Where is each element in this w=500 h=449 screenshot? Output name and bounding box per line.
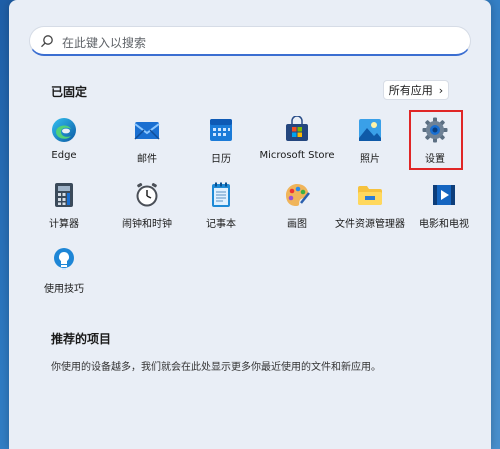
folder-icon xyxy=(358,186,382,205)
all-apps-label: 所有应用 xyxy=(388,84,433,97)
store-icon xyxy=(286,116,308,141)
paint-icon xyxy=(286,184,310,206)
app-label: 文件资源管理器 xyxy=(335,219,405,230)
app-label: Microsoft Store xyxy=(259,150,335,161)
app-label: 计算器 xyxy=(49,219,79,230)
search-placeholder: 在此键入以搜索 xyxy=(62,36,147,50)
edge-icon xyxy=(52,118,76,142)
all-apps-button[interactable]: 所有应用 › xyxy=(383,80,449,100)
search-box[interactable]: 在此键入以搜索 xyxy=(29,26,471,56)
app-label: 邮件 xyxy=(137,154,157,165)
app-label: 日历 xyxy=(211,154,231,165)
movies-tv-icon xyxy=(433,185,455,205)
photos-icon xyxy=(359,119,381,141)
app-label: 记事本 xyxy=(206,219,236,230)
mail-icon xyxy=(134,122,160,140)
app-alarms-clock[interactable]: 闹钟和时钟 xyxy=(107,181,187,241)
app-edge[interactable]: Edge xyxy=(24,116,104,176)
app-label: 闹钟和时钟 xyxy=(122,219,172,230)
calendar-icon xyxy=(210,119,232,141)
chevron-right-icon: › xyxy=(438,83,444,97)
app-movies-tv[interactable]: 电影和电视 xyxy=(404,181,484,241)
pinned-title: 已固定 xyxy=(51,85,88,99)
calculator-icon xyxy=(55,183,73,207)
app-label: 使用技巧 xyxy=(44,284,84,295)
start-menu: 在此键入以搜索 已固定 所有应用 › Edge 邮件 日历 Microsoft … xyxy=(9,0,491,449)
notepad-icon xyxy=(212,182,230,207)
app-file-explorer[interactable]: 文件资源管理器 xyxy=(330,181,410,241)
app-notepad[interactable]: 记事本 xyxy=(181,181,261,241)
app-tips[interactable]: 使用技巧 xyxy=(24,246,104,306)
app-mail[interactable]: 邮件 xyxy=(107,116,187,176)
app-calculator[interactable]: 计算器 xyxy=(24,181,104,241)
recommended-title: 推荐的项目 xyxy=(51,332,112,346)
app-calendar[interactable]: 日历 xyxy=(181,116,261,176)
app-microsoft-store[interactable]: Microsoft Store xyxy=(257,116,337,176)
settings-highlight-box xyxy=(409,110,463,170)
search-icon xyxy=(41,35,53,48)
app-label: 画图 xyxy=(287,219,307,230)
tips-bulb-icon xyxy=(54,248,74,270)
alarm-clock-icon xyxy=(136,183,158,207)
app-paint[interactable]: 画图 xyxy=(257,181,337,241)
recommended-description: 你使用的设备越多，我们就会在此处显示更多你最近使用的文件和新应用。 xyxy=(51,362,381,373)
app-label: 电影和电视 xyxy=(419,219,469,230)
app-label: Edge xyxy=(51,150,77,161)
